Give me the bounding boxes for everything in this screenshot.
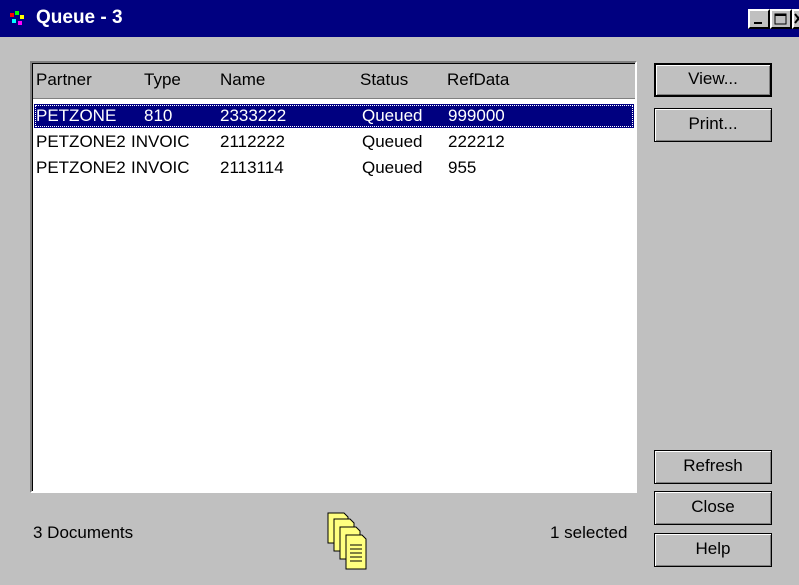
table-row[interactable]: PETZONE2 INVOIC 2113114 Queued 955 — [34, 156, 634, 180]
cell-refdata: 955 — [448, 158, 477, 177]
cell-name: 2112222 — [220, 132, 285, 151]
cell-partner: PETZONE2 — [36, 158, 126, 177]
table-row[interactable]: PETZONE2 INVOIC 2112222 Queued 222212 — [34, 130, 634, 154]
cell-partner: PETZONE — [36, 106, 117, 125]
column-header-name[interactable]: Name — [220, 70, 265, 90]
selected-count: 1 selected — [550, 523, 628, 542]
app-icon — [10, 11, 24, 25]
column-header-partner[interactable]: Partner — [36, 70, 92, 90]
print-button[interactable]: Print... — [654, 108, 772, 142]
cell-name: 2333222 — [220, 106, 287, 125]
view-button[interactable]: View... — [654, 63, 772, 97]
close-icon — [794, 13, 799, 24]
cell-type: INVOIC — [131, 132, 190, 151]
cell-type: 810 — [144, 106, 173, 125]
column-header-refdata[interactable]: RefData — [447, 70, 509, 90]
document-count: 3 Documents — [33, 523, 134, 542]
close-button-dialog[interactable]: Close — [654, 491, 772, 525]
maximize-icon — [774, 13, 787, 25]
column-header-status[interactable]: Status — [360, 70, 408, 90]
minimize-button[interactable] — [748, 9, 770, 29]
help-button[interactable]: Help — [654, 533, 772, 567]
cell-name: 2113114 — [220, 158, 284, 177]
window-title: Queue - 3 — [36, 7, 123, 28]
table-row[interactable]: PETZONE 810 2333222 Queued 999000 — [34, 104, 634, 128]
cell-refdata: 999000 — [448, 106, 505, 125]
document-list[interactable]: Partner Type Name Status RefData PETZONE… — [30, 61, 637, 493]
close-button[interactable] — [792, 9, 799, 29]
documents-icon — [327, 512, 367, 570]
cell-partner: PETZONE2 — [36, 132, 126, 151]
list-header: Partner Type Name Status RefData — [33, 64, 635, 99]
minimize-icon — [754, 22, 762, 24]
cell-status: Queued — [362, 106, 423, 125]
refresh-button[interactable]: Refresh — [654, 450, 772, 484]
maximize-button[interactable] — [770, 9, 792, 29]
cell-status: Queued — [362, 132, 423, 151]
column-header-type[interactable]: Type — [144, 70, 181, 90]
title-bar[interactable]: Queue - 3 — [0, 0, 799, 37]
cell-status: Queued — [362, 158, 423, 177]
cell-type: INVOIC — [131, 158, 190, 177]
cell-refdata: 222212 — [448, 132, 505, 151]
